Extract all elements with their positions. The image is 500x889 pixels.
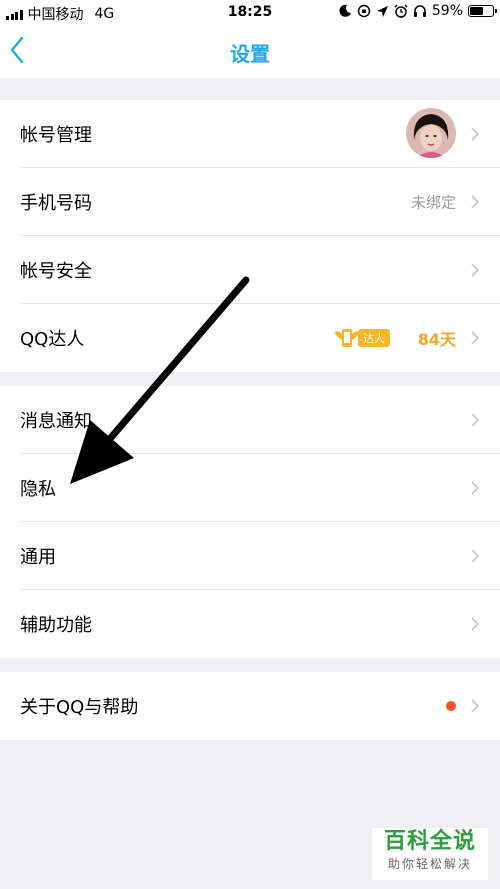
chevron-right-icon bbox=[471, 127, 480, 141]
headphones-icon bbox=[413, 5, 426, 17]
annotation-arrow-icon bbox=[70, 276, 250, 484]
page-title: 设置 bbox=[230, 42, 270, 66]
rotation-lock-icon bbox=[357, 4, 371, 18]
row-label: 隐私 bbox=[20, 479, 56, 500]
row-general[interactable]: 通用 bbox=[0, 522, 500, 590]
chevron-right-icon bbox=[471, 617, 480, 631]
row-label: 关于QQ与帮助 bbox=[20, 697, 139, 718]
chevron-right-icon bbox=[471, 699, 480, 713]
watermark-subtitle: 助你轻松解决 bbox=[387, 857, 472, 871]
watermark-title: 百科全说 bbox=[383, 829, 476, 854]
row-phone-number[interactable]: 手机号码 未绑定 bbox=[0, 168, 500, 236]
chevron-right-icon bbox=[471, 263, 480, 277]
chevron-right-icon bbox=[471, 195, 480, 209]
expert-days: 84天 bbox=[417, 330, 456, 349]
chevron-right-icon bbox=[471, 413, 480, 427]
battery-icon bbox=[468, 5, 497, 17]
row-label: 通用 bbox=[20, 547, 56, 568]
status-bar: 中国移动 4G 18:25 59% bbox=[0, 0, 500, 26]
row-label: 手机号码 bbox=[20, 193, 92, 214]
badge-label: 达人 bbox=[358, 329, 390, 347]
watermark-logo: 百科全说 助你轻松解决 bbox=[372, 828, 488, 880]
battery-percent: 59% bbox=[431, 3, 463, 19]
expert-badge: 达人 bbox=[332, 326, 390, 350]
location-icon bbox=[376, 5, 388, 17]
chevron-right-icon bbox=[471, 331, 480, 345]
alarm-icon bbox=[394, 4, 408, 18]
chevron-right-icon bbox=[471, 481, 480, 495]
row-label: 帐号管理 bbox=[20, 125, 92, 146]
avatar bbox=[406, 108, 456, 158]
row-accessibility[interactable]: 辅助功能 bbox=[0, 590, 500, 658]
row-value: 未绑定 bbox=[410, 193, 456, 212]
moon-icon bbox=[339, 4, 351, 17]
status-right: 59% bbox=[338, 3, 497, 19]
row-about-help[interactable]: 关于QQ与帮助 bbox=[0, 672, 500, 740]
row-account-management[interactable]: 帐号管理 bbox=[0, 100, 500, 168]
notification-dot bbox=[446, 701, 456, 711]
settings-group-about: 关于QQ与帮助 bbox=[0, 672, 500, 740]
row-label: 辅助功能 bbox=[20, 615, 92, 636]
nav-bar: 设置 bbox=[0, 26, 500, 78]
chevron-right-icon bbox=[471, 549, 480, 563]
